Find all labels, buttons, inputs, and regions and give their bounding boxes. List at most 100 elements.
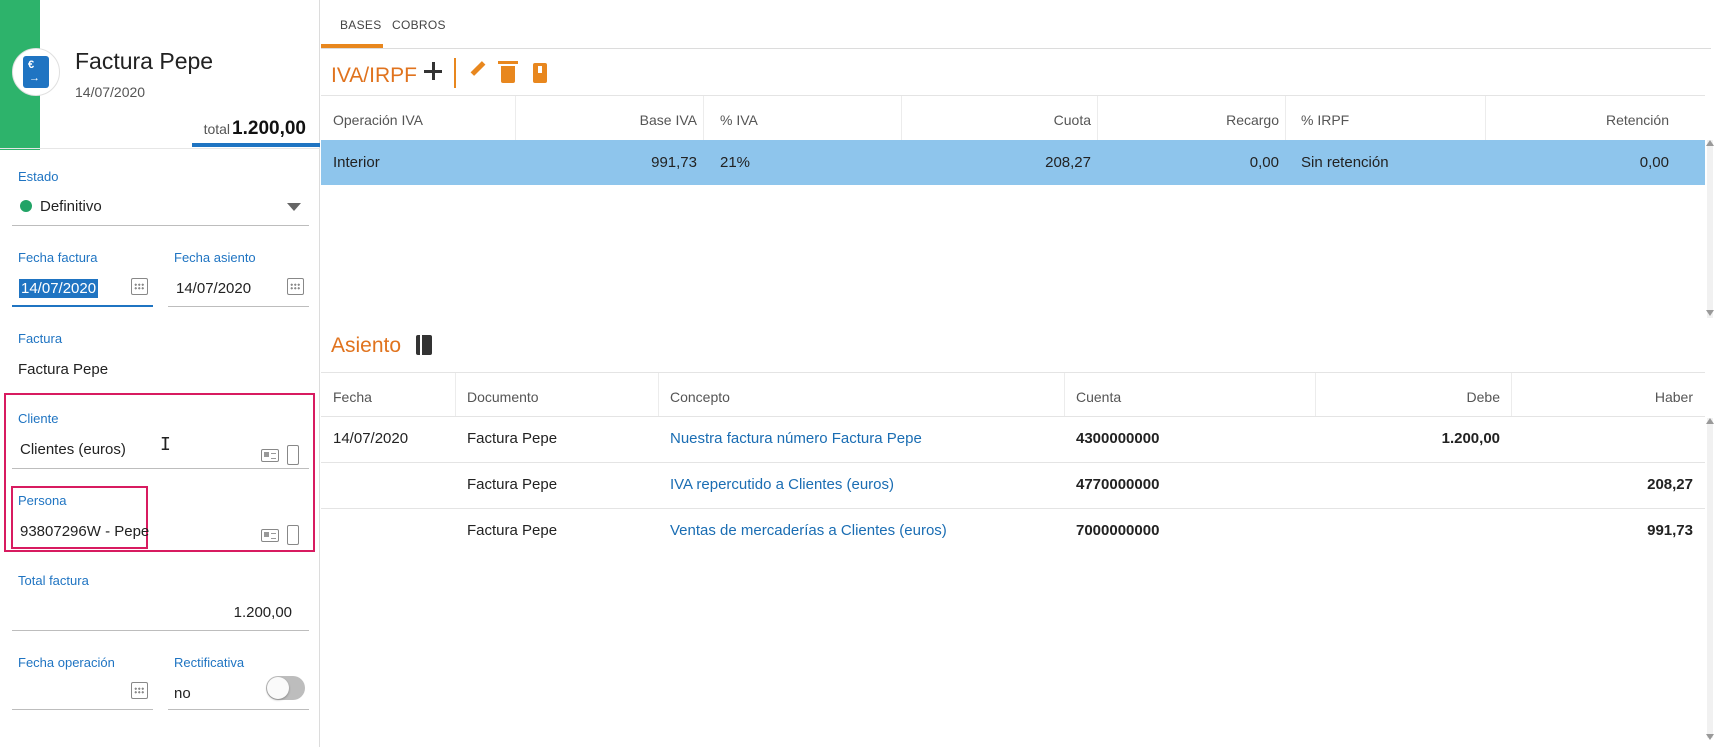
column-separator xyxy=(455,373,456,417)
asiento-scrollbar[interactable] xyxy=(1707,418,1713,738)
calendar-icon[interactable] xyxy=(131,278,148,295)
mobile-icon[interactable] xyxy=(287,525,299,545)
fecha-operacion-label: Fecha operación xyxy=(18,655,115,670)
fecha-asiento-input[interactable]: 14/07/2020 xyxy=(176,280,251,297)
invoice-total: total 1.200,00 xyxy=(0,118,306,140)
estado-underline xyxy=(12,225,309,226)
tab-cobros[interactable]: COBROS xyxy=(392,18,446,32)
iva-cell-pct-iva: 21% xyxy=(720,154,751,171)
calendar-icon[interactable] xyxy=(131,682,148,699)
scroll-down-icon[interactable] xyxy=(1706,734,1714,740)
iva-cell-retencion: 0,00 xyxy=(1639,154,1669,171)
mobile-icon[interactable] xyxy=(287,445,299,465)
journal-book-icon[interactable] xyxy=(416,335,432,355)
tab-bases[interactable]: BASES xyxy=(340,18,382,32)
iva-section-title: IVA/IRPF xyxy=(331,64,417,87)
estado-status-dot xyxy=(20,200,32,212)
asiento-cell-concepto-link[interactable]: IVA repercutido a Clientes (euros) xyxy=(670,476,894,493)
edit-icon[interactable] xyxy=(470,61,486,76)
rectificativa-label: Rectificativa xyxy=(174,655,245,670)
total-factura-underline xyxy=(12,630,309,631)
asiento-col-concepto: Concepto xyxy=(670,389,730,405)
total-factura-input[interactable]: 1.200,00 xyxy=(12,604,292,621)
total-factura-label: Total factura xyxy=(18,573,89,588)
asiento-col-debe: Debe xyxy=(1466,389,1500,405)
column-separator xyxy=(1485,96,1486,140)
row-divider xyxy=(321,508,1705,509)
asiento-cell-haber: 991,73 xyxy=(1647,522,1693,539)
iva-cell-operacion: Interior xyxy=(333,154,380,171)
book-icon[interactable] xyxy=(533,63,547,83)
iva-cell-base: 991,73 xyxy=(651,154,697,171)
scroll-up-icon[interactable] xyxy=(1706,140,1714,146)
asiento-col-cuenta: Cuenta xyxy=(1076,389,1122,405)
persona-label: Persona xyxy=(18,493,67,508)
invoice-date: 14/07/2020 xyxy=(75,84,146,100)
delete-icon[interactable] xyxy=(498,61,518,83)
total-label: total xyxy=(203,121,231,137)
asiento-cell-fecha: 14/07/2020 xyxy=(333,430,409,447)
rectificativa-toggle[interactable] xyxy=(266,676,305,700)
row-divider xyxy=(321,462,1705,463)
table-row[interactable]: Interior 991,73 21% 208,27 0,00 Sin rete… xyxy=(321,140,1705,185)
asiento-cell-haber: 208,27 xyxy=(1647,476,1693,493)
column-separator xyxy=(515,96,516,140)
scroll-down-icon[interactable] xyxy=(1706,310,1714,316)
column-separator xyxy=(1511,373,1512,417)
asiento-cell-concepto-link[interactable]: Ventas de mercaderías a Clientes (euros) xyxy=(670,522,947,539)
contact-card-icon[interactable] xyxy=(261,449,279,462)
calendar-icon[interactable] xyxy=(287,278,304,295)
fecha-factura-underline xyxy=(12,305,153,307)
column-separator xyxy=(1097,96,1098,140)
asiento-col-haber: Haber xyxy=(1654,389,1693,405)
column-separator xyxy=(1285,96,1286,140)
tab-bar: BASES COBROS xyxy=(321,0,1711,49)
iva-col-retencion: Retención xyxy=(1605,112,1669,128)
factura-input[interactable]: Factura Pepe xyxy=(18,361,108,378)
iva-col-cuota: Cuota xyxy=(1053,112,1091,128)
toolbar-separator xyxy=(454,58,456,88)
asiento-cell-documento: Factura Pepe xyxy=(467,476,558,493)
asiento-cell-documento: Factura Pepe xyxy=(467,430,558,447)
asiento-cell-cuenta: 7000000000 xyxy=(1076,522,1160,539)
asiento-section-title: Asiento xyxy=(331,334,402,357)
cliente-input[interactable]: Clientes (euros) xyxy=(20,441,126,458)
header-divider xyxy=(0,148,320,149)
iva-cell-pct-irpf: Sin retención xyxy=(1301,154,1389,171)
column-separator xyxy=(901,96,902,140)
scroll-up-icon[interactable] xyxy=(1706,418,1714,424)
fecha-factura-input[interactable]: 14/07/2020 xyxy=(19,279,99,298)
iva-scrollbar[interactable] xyxy=(1707,140,1713,318)
fecha-asiento-label: Fecha asiento xyxy=(174,250,256,265)
asiento-col-fecha: Fecha xyxy=(333,389,372,405)
iva-header-top-line xyxy=(321,95,1705,96)
asiento-header-top-line xyxy=(321,372,1705,373)
chevron-down-icon[interactable] xyxy=(287,203,301,211)
estado-select[interactable]: Definitivo xyxy=(40,198,102,215)
asiento-cell-concepto-link[interactable]: Nuestra factura número Factura Pepe xyxy=(670,430,922,447)
estado-label: Estado xyxy=(18,169,59,184)
fecha-operacion-underline xyxy=(12,709,153,710)
fecha-asiento-underline xyxy=(168,306,309,307)
add-icon[interactable] xyxy=(424,62,442,80)
iva-cell-cuota: 208,27 xyxy=(1045,154,1091,171)
invoice-detail-panel: BASES COBROS IVA/IRPF Operación IVA Base… xyxy=(321,0,1722,747)
asiento-cell-cuenta: 4300000000 xyxy=(1076,430,1160,447)
iva-col-operacion: Operación IVA xyxy=(333,112,424,128)
asiento-col-documento: Documento xyxy=(467,389,539,405)
total-underline xyxy=(192,143,320,147)
iva-col-base: Base IVA xyxy=(639,112,697,128)
asiento-cell-documento: Factura Pepe xyxy=(467,522,558,539)
iva-col-recargo: Recargo xyxy=(1226,112,1279,128)
iva-cell-recargo: 0,00 xyxy=(1249,154,1279,171)
cliente-underline xyxy=(12,468,309,469)
invoice-document-icon: € → xyxy=(23,56,49,88)
total-value: 1.200,00 xyxy=(232,118,306,139)
invoice-side-panel: € → Factura Pepe 14/07/2020 total 1.200,00… xyxy=(0,0,320,747)
invoice-title: Factura Pepe xyxy=(75,48,214,74)
contact-card-icon[interactable] xyxy=(261,529,279,542)
column-separator xyxy=(658,373,659,417)
persona-input[interactable]: 93807296W - Pepe xyxy=(20,523,149,540)
rectificativa-value: no xyxy=(174,685,191,702)
column-separator xyxy=(1315,373,1316,417)
